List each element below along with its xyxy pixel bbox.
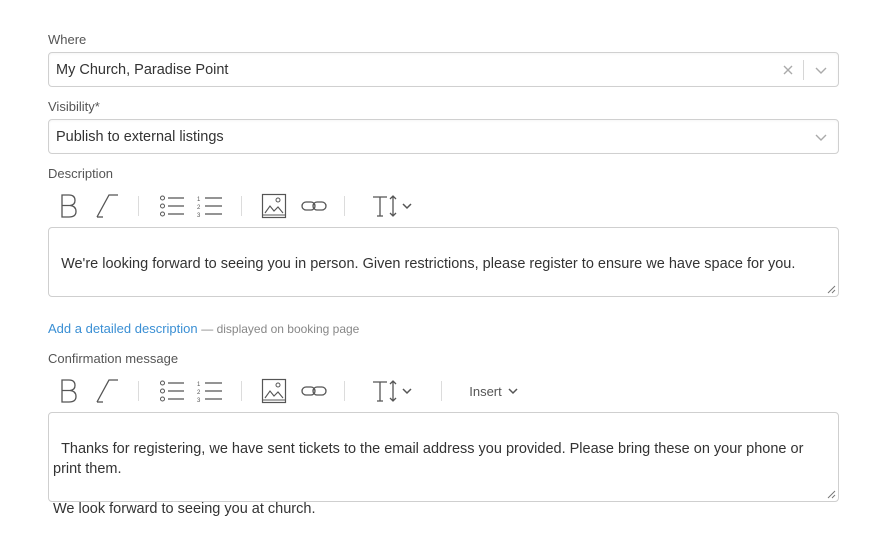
description-textarea[interactable]: We're looking forward to seeing you in p… xyxy=(48,227,839,297)
description-text: We're looking forward to seeing you in p… xyxy=(61,256,796,272)
toolbar-divider xyxy=(138,381,139,401)
toolbar-divider xyxy=(344,196,345,216)
description-toolbar: 1 2 3 xyxy=(48,190,839,222)
detailed-description-row: Add a detailed description — displayed o… xyxy=(48,321,359,336)
add-detailed-description-link[interactable]: Add a detailed description xyxy=(48,321,198,336)
link-icon xyxy=(301,201,327,211)
chevron-down-icon xyxy=(402,388,412,395)
image-icon xyxy=(261,378,287,404)
bold-icon xyxy=(61,379,77,403)
where-value: My Church, Paradise Point xyxy=(56,62,229,78)
bullet-list-button[interactable] xyxy=(158,190,186,222)
svg-text:1: 1 xyxy=(197,197,201,203)
confirmation-textarea[interactable]: Thanks for registering, we have sent tic… xyxy=(48,412,839,517)
bullet-list-icon xyxy=(160,195,184,217)
chevron-down-icon xyxy=(402,203,412,210)
italic-button[interactable] xyxy=(94,375,120,407)
confirmation-toolbar: 1 2 3 Insert xyxy=(48,375,839,407)
confirmation-text: Thanks for registering, we have sent tic… xyxy=(53,441,804,517)
toolbar-divider xyxy=(138,196,139,216)
clear-icon[interactable] xyxy=(782,63,794,77)
insert-label: Insert xyxy=(469,383,502,399)
link-icon xyxy=(301,386,327,396)
toolbar-divider xyxy=(344,381,345,401)
bold-icon xyxy=(61,194,77,218)
chevron-down-icon[interactable] xyxy=(814,64,828,76)
text-size-button[interactable] xyxy=(366,375,418,407)
visibility-value: Publish to external listings xyxy=(56,129,224,145)
image-button[interactable] xyxy=(260,375,288,407)
numbered-list-icon: 1 2 3 xyxy=(197,197,222,218)
link-button[interactable] xyxy=(300,190,328,222)
svg-text:3: 3 xyxy=(197,398,201,403)
bullet-list-icon xyxy=(160,380,184,402)
toolbar-divider xyxy=(441,381,442,401)
svg-text:1: 1 xyxy=(197,382,201,388)
svg-text:3: 3 xyxy=(197,213,201,218)
insert-dropdown-button[interactable]: Insert xyxy=(462,375,526,407)
numbered-list-button[interactable]: 1 2 3 xyxy=(196,190,224,222)
bold-button[interactable] xyxy=(56,375,82,407)
bold-button[interactable] xyxy=(56,190,82,222)
image-button[interactable] xyxy=(260,190,288,222)
svg-text:2: 2 xyxy=(197,390,201,396)
text-size-button[interactable] xyxy=(366,190,418,222)
resize-handle-icon[interactable] xyxy=(827,490,836,499)
where-select[interactable]: My Church, Paradise Point xyxy=(48,52,839,87)
chevron-down-icon[interactable] xyxy=(814,131,828,143)
italic-icon xyxy=(96,379,118,403)
numbered-list-button[interactable]: 1 2 3 xyxy=(196,375,224,407)
text-size-icon xyxy=(373,195,397,217)
text-size-icon xyxy=(373,380,397,402)
chevron-down-icon xyxy=(508,388,518,395)
detailed-description-hint: — displayed on booking page xyxy=(201,322,360,336)
resize-handle-icon[interactable] xyxy=(827,285,836,294)
svg-text:2: 2 xyxy=(197,205,201,211)
description-label: Description xyxy=(48,166,114,181)
toolbar-divider xyxy=(241,381,242,401)
bullet-list-button[interactable] xyxy=(158,375,186,407)
visibility-label: Visibility* xyxy=(48,99,100,114)
italic-icon xyxy=(96,194,118,218)
confirmation-label: Confirmation message xyxy=(48,351,179,366)
where-label: Where xyxy=(48,32,87,47)
visibility-select[interactable]: Publish to external listings xyxy=(48,119,839,154)
numbered-list-icon: 1 2 3 xyxy=(197,382,222,403)
toolbar-divider xyxy=(241,196,242,216)
image-icon xyxy=(261,193,287,219)
italic-button[interactable] xyxy=(94,190,120,222)
select-separator xyxy=(803,60,804,80)
link-button[interactable] xyxy=(300,375,328,407)
